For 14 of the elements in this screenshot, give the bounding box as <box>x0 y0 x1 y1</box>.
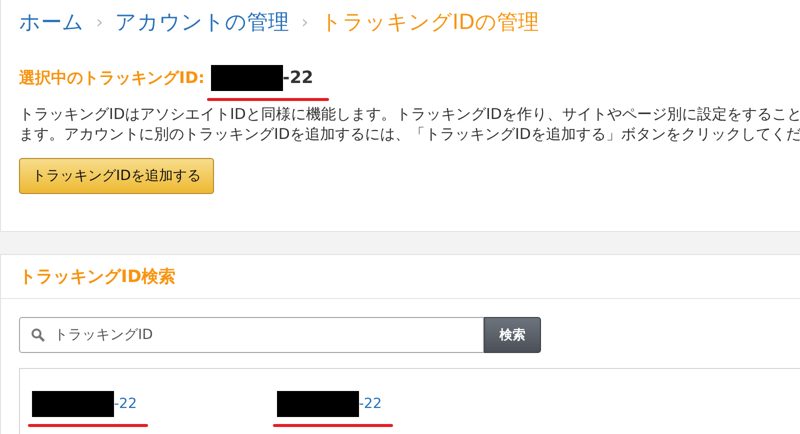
search-field[interactable]: トラッキングID <box>19 317 484 353</box>
search-button[interactable]: 検索 <box>484 317 541 353</box>
breadcrumb-link[interactable]: アカウントの管理 <box>115 8 290 36</box>
breadcrumb-separator: › <box>96 12 104 32</box>
add-tracking-id-button[interactable]: トラッキングIDを追加する <box>19 158 214 194</box>
search-icon <box>31 328 45 342</box>
breadcrumb-separator: › <box>301 12 308 32</box>
selected-id-label: 選択中のトラッキングID: <box>19 68 205 88</box>
tracking-id-link[interactable]: -22 <box>276 391 382 417</box>
description-text: トラッキングIDはアソシエイトIDと同様に機能します。トラッキングIDを作り、サイトやページ別に設定をすること <box>19 104 800 124</box>
id-suffix: -22 <box>282 68 314 88</box>
tracking-id-link[interactable]: -22 <box>32 391 137 417</box>
breadcrumb-link[interactable]: ホーム <box>19 8 84 36</box>
section-title: トラッキングID検索 <box>19 266 176 288</box>
